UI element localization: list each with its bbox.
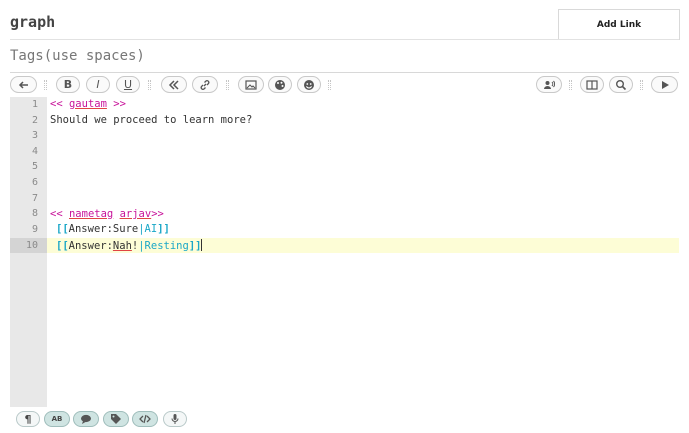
- spellcheck-button[interactable]: AB: [44, 411, 70, 427]
- line-number: 4: [31, 146, 38, 157]
- comment-icon: [81, 414, 91, 424]
- line-number: 1: [31, 99, 38, 110]
- bold-button[interactable]: B: [56, 76, 80, 93]
- link-text: Sure: [112, 223, 139, 235]
- link-open: [[: [56, 223, 69, 235]
- line-number: 9: [31, 224, 38, 235]
- link-label: Answer: [68, 240, 107, 252]
- pilcrow-icon: ¶: [24, 412, 32, 426]
- link-close: ]]: [157, 223, 170, 235]
- play-icon: [661, 80, 669, 89]
- tag-icon: [111, 414, 121, 424]
- bold-icon: B: [63, 78, 73, 91]
- line-number: 2: [31, 115, 38, 126]
- macro-name: nametag: [68, 208, 114, 220]
- play-button[interactable]: [651, 76, 678, 93]
- underline-button[interactable]: U: [116, 76, 140, 93]
- undo-icon: [18, 80, 28, 89]
- macro-icon: [168, 79, 179, 90]
- code-line[interactable]: << gautam >>: [50, 98, 126, 110]
- macro-close: >>: [113, 98, 126, 110]
- speaker-button[interactable]: [536, 76, 562, 93]
- macro-button[interactable]: [161, 76, 187, 93]
- toolbar-separator: [640, 80, 643, 90]
- line-number: 3: [31, 130, 38, 141]
- link-target: AI: [144, 223, 158, 235]
- link-close: ]]: [188, 240, 202, 252]
- image-button[interactable]: [238, 76, 264, 93]
- toolbar-separator: [226, 80, 229, 90]
- image-icon: [245, 79, 257, 90]
- line-number: 8: [31, 208, 38, 219]
- split-view-button[interactable]: [580, 76, 604, 93]
- code-line[interactable]: Should we proceed to learn more?: [50, 114, 252, 126]
- text-cursor: [201, 239, 203, 251]
- link-label: Answer: [68, 223, 107, 235]
- toolbar-separator: [44, 80, 47, 90]
- code-button[interactable]: [132, 411, 158, 427]
- divider: [10, 72, 679, 73]
- code-line[interactable]: << nametag arjav>>: [50, 208, 164, 220]
- microphone-icon: [171, 414, 179, 424]
- emoji-icon: [304, 79, 314, 90]
- add-link-button[interactable]: Add Link: [558, 9, 680, 40]
- macro-open: <<: [50, 208, 63, 220]
- toolbar-separator: [569, 80, 572, 90]
- link-button[interactable]: [192, 76, 218, 93]
- tag-button[interactable]: [103, 411, 129, 427]
- story-title: graph: [10, 13, 56, 31]
- tags-input[interactable]: Tags(use spaces): [10, 48, 145, 64]
- toolbar-separator: [328, 80, 331, 90]
- emoji-button[interactable]: [297, 76, 321, 93]
- line-number: 7: [31, 193, 38, 204]
- palette-icon: [275, 79, 285, 90]
- search-button[interactable]: [609, 76, 633, 93]
- macro-close: >>: [151, 208, 164, 220]
- link-icon: [200, 79, 210, 90]
- speaker-name: arjav: [119, 208, 152, 220]
- code-icon: [139, 414, 151, 424]
- link-target: Resting: [144, 240, 189, 252]
- code-line[interactable]: [[Answer:Nah!|Resting]]: [56, 239, 203, 252]
- line-number: 10: [25, 240, 38, 251]
- toolbar: B I U: [10, 76, 679, 94]
- code-line[interactable]: [[Answer:Sure|AI]]: [56, 223, 170, 235]
- line-number: 5: [31, 161, 38, 172]
- divider: [10, 39, 679, 40]
- comment-button[interactable]: [73, 411, 99, 427]
- undo-button[interactable]: [10, 76, 37, 93]
- bottom-toolbar: ¶ AB: [10, 411, 679, 429]
- link-text: Nah: [112, 240, 132, 252]
- italic-icon: I: [96, 78, 100, 91]
- macro-open: <<: [50, 98, 63, 110]
- spellcheck-icon: AB: [51, 415, 63, 423]
- italic-button[interactable]: I: [86, 76, 110, 93]
- search-icon: [616, 79, 627, 90]
- palette-button[interactable]: [268, 76, 292, 93]
- underline-icon: U: [123, 78, 133, 91]
- speaker-icon: [544, 80, 555, 89]
- line-number: 6: [31, 177, 38, 188]
- split-view-icon: [586, 79, 598, 90]
- speaker-name: gautam: [68, 98, 107, 110]
- toolbar-separator: [148, 80, 151, 90]
- microphone-button[interactable]: [163, 411, 187, 427]
- paragraph-button[interactable]: ¶: [16, 411, 40, 427]
- link-open: [[: [56, 240, 69, 252]
